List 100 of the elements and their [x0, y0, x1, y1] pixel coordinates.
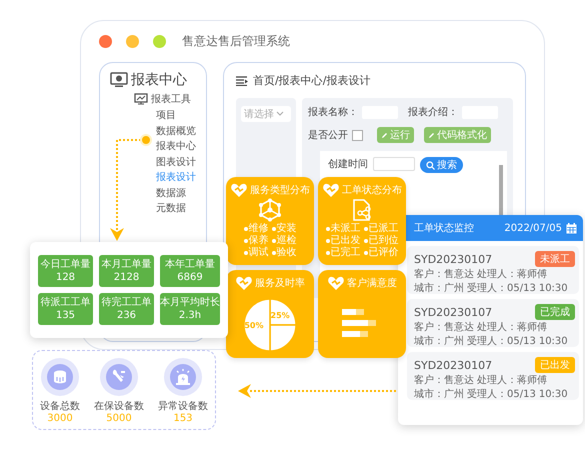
calendar-icon[interactable]	[566, 222, 577, 234]
card-title: 服务及时率	[255, 276, 305, 290]
time-text: 10:30	[538, 335, 568, 348]
field-label: 创建时间	[328, 158, 368, 171]
stat-value: 135	[56, 309, 76, 322]
stat-label: 今日工单量	[40, 258, 90, 271]
handler-text: 处理人：蒋师傅	[477, 268, 547, 281]
date-label: 2022/07/05	[504, 222, 562, 234]
device-count: 5000	[106, 413, 132, 424]
order-id: SYD20230107	[414, 358, 492, 372]
device-label: 异常设备数	[158, 400, 208, 413]
legend-item: 已到位	[364, 235, 398, 247]
legend-item: 已评价	[364, 247, 398, 259]
sidebar-item[interactable]: 项目	[156, 108, 206, 124]
field-label: 是否公开	[308, 129, 348, 142]
device-label: 设备总数	[40, 400, 80, 413]
wrench-icon	[100, 358, 138, 396]
sidebar-item[interactable]: 数据源	[156, 186, 206, 201]
search-button[interactable]: 搜索	[420, 157, 463, 173]
legend-item: 安装	[272, 223, 296, 235]
checkbox[interactable]	[352, 130, 363, 140]
sidebar-title: 报表中心	[131, 71, 187, 89]
heart-icon	[327, 275, 345, 291]
field-label: 报表名称：	[308, 106, 358, 119]
monitor-icon	[110, 72, 128, 88]
marker-dot-icon	[140, 134, 152, 146]
status-tag: 已出发	[535, 357, 575, 373]
document-share-icon	[351, 198, 373, 222]
legend-item: 保养	[244, 235, 268, 247]
database-icon	[41, 358, 79, 396]
stat-value: 236	[116, 309, 136, 322]
device-count: 153	[173, 413, 193, 424]
status-tag: 已完成	[535, 304, 575, 320]
legend-item: 巡检	[272, 235, 296, 247]
stat-label: 本年工单量	[165, 258, 215, 271]
legend-item: 已派工	[364, 223, 398, 235]
order-card[interactable]: SYD20230107 已出发 客户：售意达 处理人：蒋师傅 城市：广州 受理人：05/13 10:30	[407, 352, 579, 400]
data-label: 25%	[270, 310, 290, 320]
device-count: 3000	[47, 413, 73, 424]
stat-value: 128	[56, 271, 76, 284]
customer-text: 客户：售意达	[414, 374, 474, 387]
data-label: 50%	[244, 321, 264, 330]
card-title: 客户满意度	[347, 276, 397, 290]
acceptor-text: 受理人：05/13	[467, 388, 536, 401]
stat-value: 2128	[114, 271, 140, 284]
window-control[interactable]	[126, 35, 139, 48]
device-label: 在保设备数	[94, 400, 144, 413]
sidebar-item[interactable]: 数据概览	[156, 124, 206, 139]
order-card[interactable]: SYD20230107 未派工 客户：售意达 处理人：蒋师傅 城市：广州 受理人：05/13 10:30	[407, 246, 579, 294]
pencil-icon	[428, 132, 435, 138]
heart-icon	[235, 275, 253, 291]
stat-value: 6869	[177, 271, 203, 284]
stat-label: 待完工工单	[102, 296, 152, 309]
pencil-icon	[381, 132, 388, 138]
date-field[interactable]	[373, 157, 415, 171]
heart-icon	[322, 182, 340, 198]
time-text: 10:30	[538, 388, 568, 401]
customer-text: 客户：售意达	[414, 321, 474, 334]
order-id: SYD20230107	[414, 252, 492, 266]
stat-label: 待派工工单	[40, 296, 90, 309]
scrollbar[interactable]	[499, 165, 503, 217]
field-label: 报表介绍：	[408, 106, 458, 119]
sidebar-group[interactable]: 报表工具	[151, 92, 191, 106]
window-control[interactable]	[99, 35, 112, 48]
sidebar-item[interactable]: 图表设计	[156, 154, 206, 170]
handler-text: 处理人：蒋师傅	[477, 321, 547, 334]
legend-item: 已出发	[326, 235, 360, 247]
alarm-light-icon	[164, 358, 202, 396]
city-text: 城市：广州	[414, 282, 464, 295]
legend-item: 维修	[244, 223, 268, 235]
order-card[interactable]: SYD20230107 已完成 客户：售意达 处理人：蒋师傅 城市：广州 受理人：05/13 10:30	[407, 299, 579, 347]
stat-label: 本月工单量	[102, 258, 152, 271]
legend-item: 验收	[272, 247, 296, 259]
legend-item: 未派工	[326, 223, 360, 235]
acceptor-text: 受理人：05/13	[467, 282, 536, 295]
status-tag: 未派工	[535, 251, 575, 267]
card-title: 服务类型分布	[250, 184, 310, 197]
chevron-down-icon	[276, 111, 284, 117]
sidebar-item[interactable]: 报表中心	[156, 139, 206, 154]
sidebar-item[interactable]: 元数据	[156, 201, 206, 216]
window-control[interactable]	[153, 35, 166, 48]
handler-text: 处理人：蒋师傅	[477, 374, 547, 387]
customer-text: 客户：售意达	[414, 268, 474, 281]
menu-icon	[236, 76, 249, 86]
breadcrumb: 首页/报表中心/报表设计	[253, 73, 370, 88]
order-id: SYD20230107	[414, 306, 492, 318]
time-text: 10:30	[538, 282, 568, 295]
sidebar-item[interactable]: 报表设计	[156, 170, 206, 186]
search-icon	[426, 160, 435, 170]
legend-item: 调试	[244, 247, 268, 259]
cube-network-icon	[258, 198, 282, 222]
panel-title: 工单状态监控	[414, 222, 475, 235]
chart-board-icon	[134, 93, 148, 105]
heart-icon	[230, 182, 248, 198]
city-text: 城市：广州	[414, 335, 464, 348]
stat-value: 2.3h	[178, 309, 202, 322]
window-title: 售意达售后管理系统	[182, 33, 290, 50]
card-title: 工单状态分布	[342, 184, 402, 197]
acceptor-text: 受理人：05/13	[467, 335, 536, 348]
stat-label: 本月平均时长	[160, 296, 220, 309]
